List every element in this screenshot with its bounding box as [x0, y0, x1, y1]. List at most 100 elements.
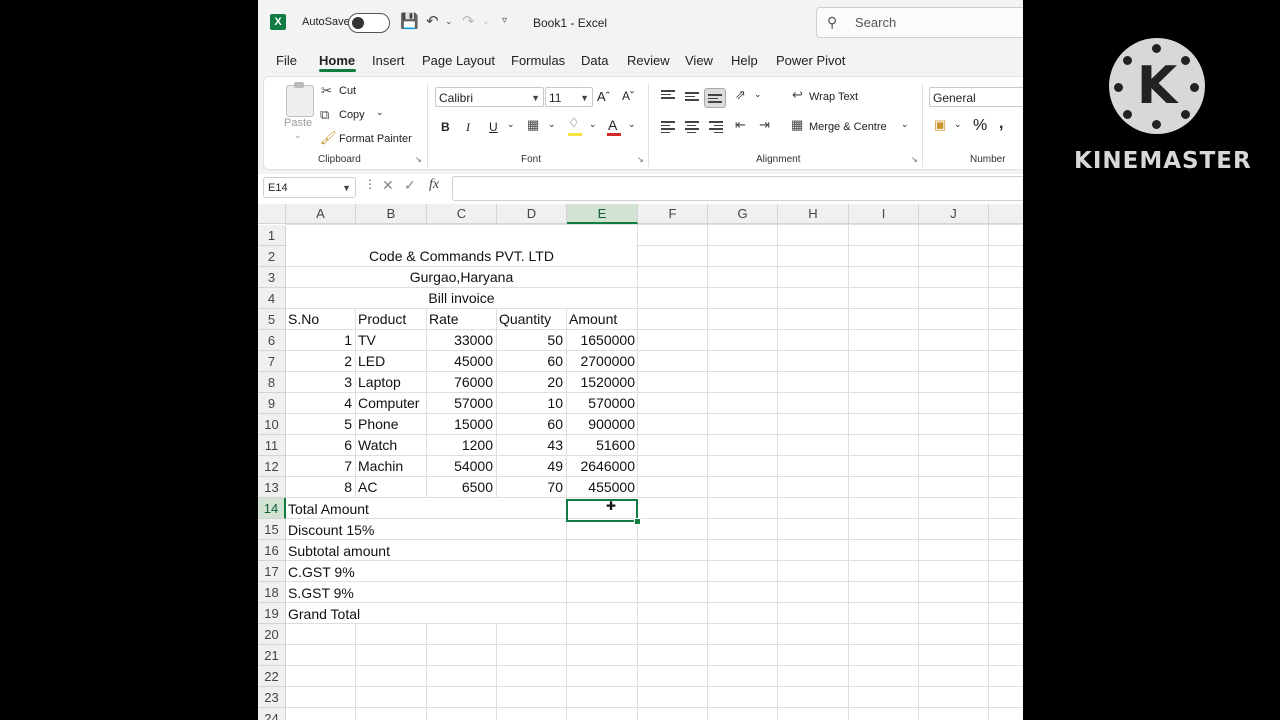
undo-dropdown-icon[interactable]: ⌄: [445, 16, 453, 27]
active-cell-e14[interactable]: [566, 499, 638, 522]
accounting-format-icon[interactable]: ▣: [934, 117, 946, 133]
row-header-10[interactable]: 10: [258, 414, 286, 435]
column-header-f[interactable]: F: [638, 204, 708, 224]
copy-button[interactable]: Copy: [339, 109, 365, 121]
header-product[interactable]: Product: [358, 309, 424, 330]
item-amount[interactable]: 900000: [567, 414, 635, 435]
item-product[interactable]: Watch: [358, 435, 424, 456]
tab-review[interactable]: Review: [627, 53, 670, 68]
row-header-7[interactable]: 7: [258, 351, 286, 372]
row-header-16[interactable]: 16: [258, 540, 286, 561]
fill-handle[interactable]: [634, 518, 641, 525]
comma-style-icon[interactable]: ,: [999, 115, 1003, 133]
cancel-icon[interactable]: ✕: [382, 177, 394, 194]
item-amount[interactable]: 1650000: [567, 330, 635, 351]
clipboard-launcher-icon[interactable]: ↘: [415, 155, 422, 164]
search-box[interactable]: ⚲ Search: [816, 7, 1023, 38]
row-header-18[interactable]: 18: [258, 582, 286, 603]
underline-button[interactable]: U: [489, 120, 498, 134]
row-header-20[interactable]: 20: [258, 624, 286, 645]
select-all-corner[interactable]: [258, 204, 286, 224]
column-header-j[interactable]: J: [919, 204, 989, 224]
row-header-17[interactable]: 17: [258, 561, 286, 582]
item-product[interactable]: Machin: [358, 456, 424, 477]
undo-icon[interactable]: ↶: [426, 12, 439, 30]
item-product[interactable]: LED: [358, 351, 424, 372]
column-header-i[interactable]: I: [849, 204, 919, 224]
insert-function-icon[interactable]: fx: [429, 177, 439, 193]
increase-indent-icon[interactable]: ⇥: [759, 117, 770, 133]
tab-power-pivot[interactable]: Power Pivot: [776, 53, 845, 68]
row-header-11[interactable]: 11: [258, 435, 286, 456]
row-header-1[interactable]: 1: [258, 225, 286, 246]
header-quantity[interactable]: Quantity: [499, 309, 565, 330]
item-amount[interactable]: 51600: [567, 435, 635, 456]
tab-view[interactable]: View: [685, 53, 713, 68]
row-header-13[interactable]: 13: [258, 477, 286, 498]
autosave-toggle[interactable]: [348, 13, 390, 33]
item-amount[interactable]: 570000: [567, 393, 635, 414]
font-color-dropdown-icon[interactable]: ⌄: [628, 119, 636, 130]
row-header-21[interactable]: 21: [258, 645, 286, 666]
align-center-icon[interactable]: [685, 121, 701, 133]
item-rate[interactable]: 45000: [427, 351, 493, 372]
cut-button[interactable]: Cut: [339, 85, 356, 97]
align-left-icon[interactable]: [661, 121, 677, 133]
item-sno[interactable]: 4: [286, 393, 352, 414]
item-qty[interactable]: 20: [497, 372, 563, 393]
merge-centre-icon[interactable]: ▦: [791, 117, 803, 133]
copy-dropdown-icon[interactable]: ⌄: [376, 107, 384, 118]
summary-total-amount[interactable]: Total Amount: [288, 499, 369, 520]
item-amount[interactable]: 1520000: [567, 372, 635, 393]
paste-icon[interactable]: [286, 82, 314, 117]
row-header-23[interactable]: 23: [258, 687, 286, 708]
formula-input[interactable]: [452, 176, 1023, 201]
item-sno[interactable]: 1: [286, 330, 352, 351]
italic-button[interactable]: I: [466, 120, 470, 135]
summary-cgst[interactable]: C.GST 9%: [288, 562, 355, 583]
item-rate[interactable]: 15000: [427, 414, 493, 435]
orientation-dropdown-icon[interactable]: ⌄: [754, 89, 762, 100]
item-rate[interactable]: 54000: [427, 456, 493, 477]
item-rate[interactable]: 6500: [427, 477, 493, 498]
fill-color-icon[interactable]: ♢: [568, 115, 580, 131]
item-product[interactable]: Phone: [358, 414, 424, 435]
row-header-14[interactable]: 14: [258, 498, 286, 519]
row-header-19[interactable]: 19: [258, 603, 286, 624]
column-header-a[interactable]: A: [286, 204, 356, 224]
item-sno[interactable]: 5: [286, 414, 352, 435]
header-rate[interactable]: Rate: [429, 309, 495, 330]
merge-centre-button[interactable]: Merge & Centre: [809, 121, 887, 133]
font-color-icon[interactable]: A: [608, 117, 617, 133]
item-amount[interactable]: 2646000: [567, 456, 635, 477]
accounting-dropdown-icon[interactable]: ⌄: [954, 119, 962, 130]
item-sno[interactable]: 8: [286, 477, 352, 498]
item-amount[interactable]: 455000: [567, 477, 635, 498]
item-qty[interactable]: 10: [497, 393, 563, 414]
item-sno[interactable]: 2: [286, 351, 352, 372]
item-sno[interactable]: 3: [286, 372, 352, 393]
row-header-24[interactable]: 24: [258, 708, 286, 720]
decrease-font-icon[interactable]: Aˇ: [622, 89, 634, 103]
column-header-h[interactable]: H: [778, 204, 849, 224]
paste-dropdown-icon[interactable]: ⌄: [294, 130, 302, 141]
item-product[interactable]: TV: [358, 330, 424, 351]
item-sno[interactable]: 7: [286, 456, 352, 477]
item-product[interactable]: Laptop: [358, 372, 424, 393]
merge-dropdown-icon[interactable]: ⌄: [901, 119, 909, 130]
title-location[interactable]: Gurgao,Haryana: [286, 267, 637, 288]
item-rate[interactable]: 76000: [427, 372, 493, 393]
tab-data[interactable]: Data: [581, 53, 608, 68]
item-rate[interactable]: 1200: [427, 435, 493, 456]
tab-help[interactable]: Help: [731, 53, 758, 68]
row-header-6[interactable]: 6: [258, 330, 286, 351]
summary-subtotal[interactable]: Subtotal amount: [288, 541, 390, 562]
item-sno[interactable]: 6: [286, 435, 352, 456]
tab-insert[interactable]: Insert: [372, 53, 405, 68]
save-icon[interactable]: 💾: [400, 12, 419, 30]
row-header-5[interactable]: 5: [258, 309, 286, 330]
customize-toolbar-icon[interactable]: ▿: [502, 15, 507, 26]
number-format-combo[interactable]: General: [929, 87, 1023, 107]
column-header-c[interactable]: C: [427, 204, 497, 224]
item-product[interactable]: AC: [358, 477, 424, 498]
